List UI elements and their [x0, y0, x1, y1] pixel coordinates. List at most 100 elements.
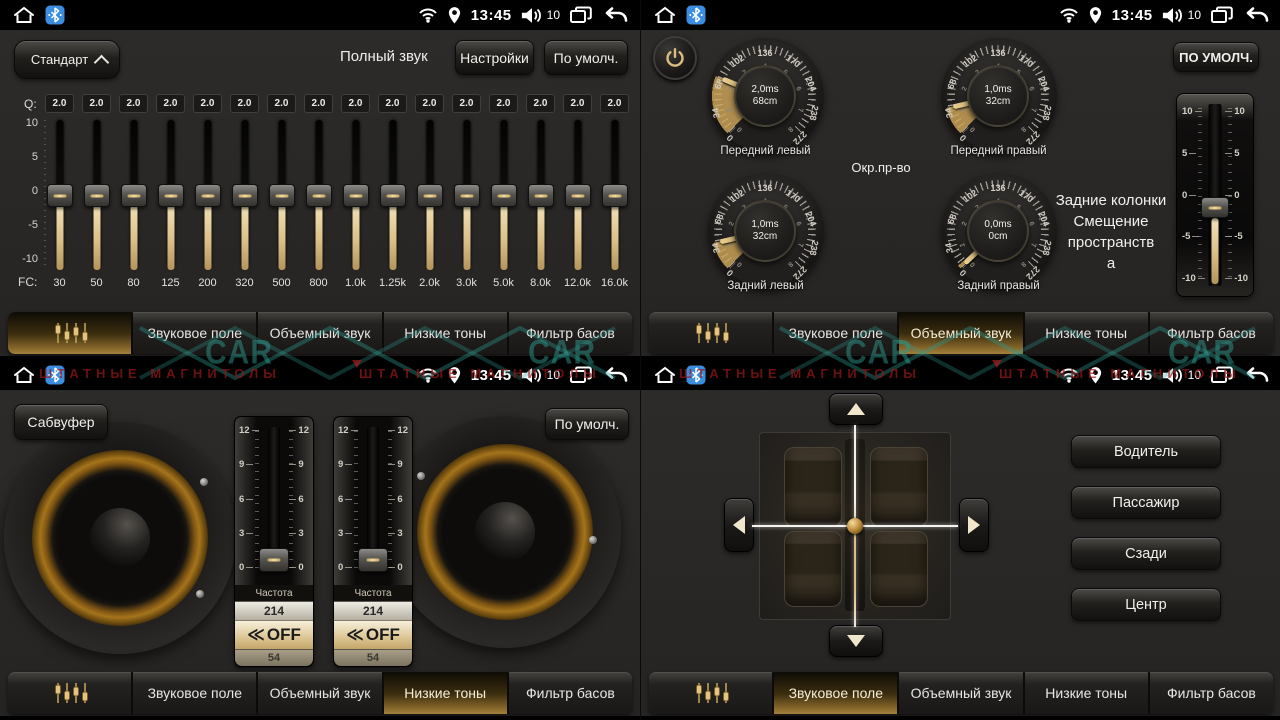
- tab-sound-field[interactable]: Звуковое поле: [772, 672, 897, 714]
- eq-slider[interactable]: [268, 120, 295, 272]
- tab-surround[interactable]: Объемный звук: [897, 672, 1022, 714]
- freq-wheel-prev[interactable]: 214: [334, 601, 412, 621]
- eq-slider[interactable]: [527, 120, 554, 272]
- slider-handle[interactable]: [454, 184, 480, 207]
- listening-position-marker[interactable]: [847, 518, 863, 534]
- eq-slider[interactable]: [453, 120, 480, 272]
- mode-label: Полный звук: [340, 48, 428, 65]
- slider-handle[interactable]: [358, 548, 388, 572]
- gauge-rear-right[interactable]: 03468 102136170 204238272 012 345 678 0,…: [936, 179, 1061, 297]
- tab-equalizer[interactable]: [8, 672, 131, 714]
- eq-slider[interactable]: [194, 120, 221, 272]
- freq-wheel-next[interactable]: 54: [334, 649, 412, 666]
- preset-dropdown[interactable]: Стандарт: [14, 40, 120, 79]
- home-icon[interactable]: [12, 5, 36, 25]
- tab-bar: Звуковое поле Объемный звук Низкие тоны …: [8, 672, 632, 714]
- q-row-label: Q:: [24, 97, 37, 111]
- slider-handle[interactable]: [343, 184, 369, 207]
- eq-slider[interactable]: [83, 120, 110, 272]
- eq-slider[interactable]: [231, 120, 258, 272]
- subwoofer-title-button[interactable]: Сабвуфер: [14, 404, 108, 440]
- back-icon[interactable]: [1243, 6, 1269, 24]
- position-center-button[interactable]: Центр: [1071, 588, 1221, 621]
- recents-icon[interactable]: [1210, 5, 1234, 25]
- arrow-down-button[interactable]: [829, 625, 883, 657]
- position-passenger-button[interactable]: Пассажир: [1071, 486, 1221, 519]
- back-icon[interactable]: [602, 366, 628, 384]
- slider-handle[interactable]: [602, 184, 628, 207]
- eq-slider[interactable]: [46, 120, 73, 272]
- settings-button[interactable]: Настройки: [455, 40, 534, 75]
- tab-surround[interactable]: Объемный звук: [256, 672, 381, 714]
- eq-slider[interactable]: [416, 120, 443, 272]
- arrow-right-button[interactable]: [959, 498, 989, 552]
- recents-icon[interactable]: [569, 5, 593, 25]
- tab-sound-field[interactable]: Звуковое поле: [772, 312, 897, 354]
- tab-bass-filter[interactable]: Фильтр басов: [507, 672, 632, 714]
- gauge-rear-left[interactable]: 03468 102136170 204238272 012 345 678 1,…: [703, 179, 828, 297]
- slider-handle[interactable]: [565, 184, 591, 207]
- level-slider[interactable]: 129630 129630: [334, 417, 412, 585]
- eq-slider[interactable]: [379, 120, 406, 272]
- arrow-up-button[interactable]: [829, 393, 883, 425]
- tab-bass[interactable]: Низкие тоны: [1023, 312, 1148, 354]
- sound-field-map[interactable]: [759, 432, 951, 620]
- eq-slider[interactable]: [601, 120, 628, 272]
- tab-sound-field[interactable]: Звуковое поле: [131, 312, 256, 354]
- home-icon[interactable]: [12, 365, 36, 385]
- back-icon[interactable]: [602, 6, 628, 24]
- slider-handle[interactable]: [47, 184, 73, 207]
- eq-slider[interactable]: [342, 120, 369, 272]
- level-slider[interactable]: 129630 129630: [235, 417, 313, 585]
- home-icon[interactable]: [653, 365, 677, 385]
- rear-offset-slider[interactable]: 1050-5-10 1050-5-10: [1176, 93, 1254, 297]
- tab-bass-filter[interactable]: Фильтр басов: [1148, 672, 1273, 714]
- slider-handle[interactable]: [195, 184, 221, 207]
- back-icon[interactable]: [1243, 366, 1269, 384]
- gauge-front-right[interactable]: 03468 102136170 204238272 012 345 678 1,…: [936, 44, 1061, 162]
- tab-bass-filter[interactable]: Фильтр басов: [507, 312, 632, 354]
- eq-slider[interactable]: [157, 120, 184, 272]
- slider-handle[interactable]: [528, 184, 554, 207]
- position-driver-button[interactable]: Водитель: [1071, 435, 1221, 468]
- eq-slider[interactable]: [564, 120, 591, 272]
- default-button[interactable]: ПО УМОЛЧ.: [1173, 42, 1259, 72]
- slider-handle[interactable]: [491, 184, 517, 207]
- tab-equalizer[interactable]: [8, 312, 131, 354]
- position-rear-button[interactable]: Сзади: [1071, 537, 1221, 570]
- tab-bass[interactable]: Низкие тоны: [382, 672, 507, 714]
- slider-handle[interactable]: [417, 184, 443, 207]
- slider-handle[interactable]: [259, 548, 289, 572]
- default-button[interactable]: По умолч.: [545, 408, 629, 440]
- tab-bass[interactable]: Низкие тоны: [1023, 672, 1148, 714]
- freq-wheel-value[interactable]: ≪OFF: [334, 621, 412, 649]
- eq-slider[interactable]: [490, 120, 517, 272]
- freq-wheel-next[interactable]: 54: [235, 649, 313, 666]
- tab-bass[interactable]: Низкие тоны: [382, 312, 507, 354]
- recents-icon[interactable]: [1210, 365, 1234, 385]
- slider-handle[interactable]: [121, 184, 147, 207]
- slider-handle[interactable]: [1201, 197, 1229, 218]
- slider-handle[interactable]: [158, 184, 184, 207]
- freq-wheel-prev[interactable]: 214: [235, 601, 313, 621]
- eq-slider[interactable]: [120, 120, 147, 272]
- home-icon[interactable]: [653, 5, 677, 25]
- gauge-front-left[interactable]: 03468 102136170 204238272 012 345 678 2,…: [703, 44, 828, 162]
- slider-handle[interactable]: [306, 184, 332, 207]
- tab-equalizer[interactable]: [649, 312, 772, 354]
- tab-surround[interactable]: Объемный звук: [256, 312, 381, 354]
- eq-slider[interactable]: [305, 120, 332, 272]
- default-button[interactable]: По умолч.: [544, 40, 628, 75]
- recents-icon[interactable]: [569, 365, 593, 385]
- slider-handle[interactable]: [84, 184, 110, 207]
- slider-handle[interactable]: [269, 184, 295, 207]
- freq-wheel-value[interactable]: ≪OFF: [235, 621, 313, 649]
- arrow-left-button[interactable]: [724, 498, 754, 552]
- power-button[interactable]: [653, 36, 697, 80]
- tab-sound-field[interactable]: Звуковое поле: [131, 672, 256, 714]
- slider-handle[interactable]: [232, 184, 258, 207]
- slider-handle[interactable]: [380, 184, 406, 207]
- tab-surround[interactable]: Объемный звук: [897, 312, 1022, 354]
- tab-equalizer[interactable]: [649, 672, 772, 714]
- tab-bass-filter[interactable]: Фильтр басов: [1148, 312, 1273, 354]
